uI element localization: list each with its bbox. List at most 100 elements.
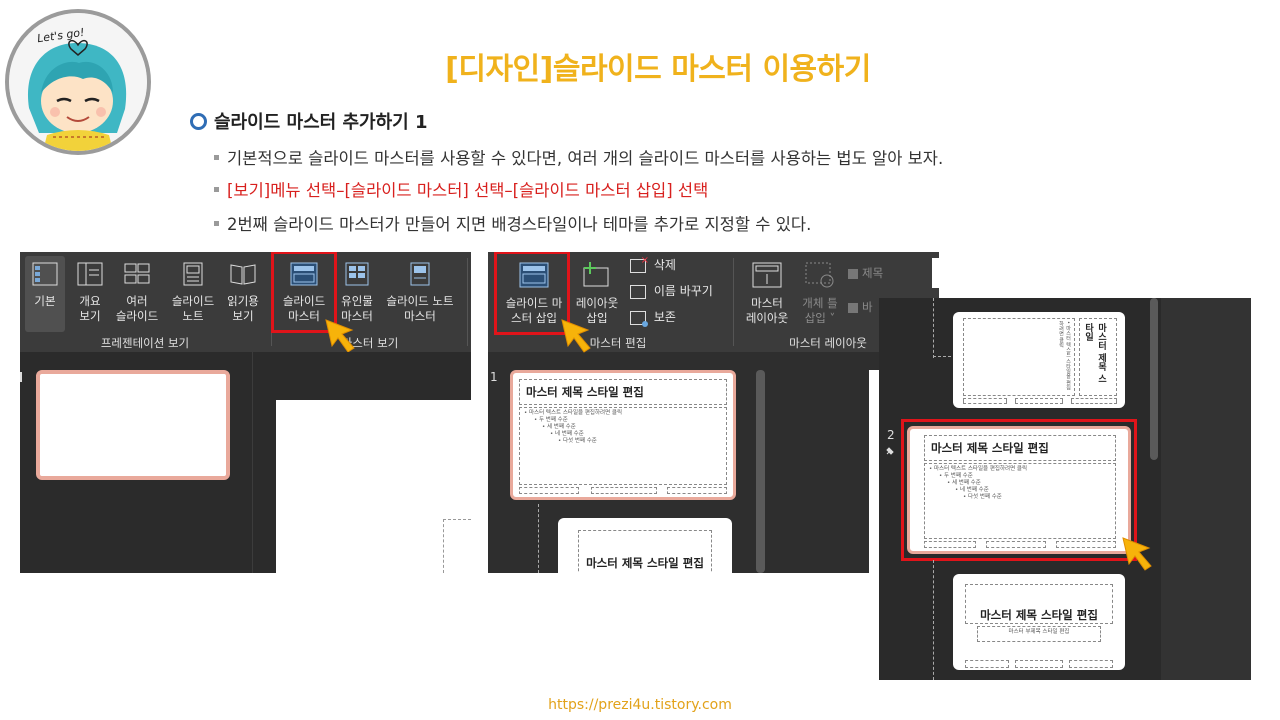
title-placeholder: 마스터 제목 스타일 편집	[519, 379, 727, 405]
reading-view-icon	[230, 264, 256, 285]
button-label: 노트	[182, 309, 204, 323]
master-thumbnail[interactable]: 마스터 제목 스타일 편집 • 마스터 텍스트 스타일을 편집하려면 클릭 • …	[907, 426, 1131, 554]
body-text: • 마스터 텍스트 스타일을 편집하려면 클릭	[1058, 321, 1071, 391]
bullet-item: 2번째 슬라이드 마스터가 만들어 지면 배경스타일이나 테마를 추가로 지정할…	[214, 211, 811, 235]
rename-icon	[630, 284, 646, 299]
section-heading: 슬라이드 마스터 추가하기 1	[190, 108, 427, 134]
date-placeholder	[965, 660, 1009, 668]
vertical-body-placeholder: • 마스터 텍스트 스타일을 편집하려면 클릭	[963, 318, 1075, 396]
notes-page-button[interactable]: 슬라이드 노트	[166, 262, 220, 324]
placeholder-title: 마스터 제목 스타일 편집	[586, 556, 704, 570]
button-label: 유인물	[341, 294, 373, 308]
placeholder-title: 마스터 제목 스타일	[1083, 323, 1106, 384]
layout-thumbnail[interactable]: 마스터 제목 스타일 편집	[558, 518, 732, 573]
slide-canvas[interactable]	[276, 400, 471, 573]
date-placeholder	[924, 541, 976, 548]
thumbnail-pane-screenshot: 마스터 제목 스타일 • 마스터 텍스트 스타일을 편집하려면 클릭 2 마스터…	[879, 298, 1251, 680]
notes-master-icon	[410, 262, 430, 286]
title-placeholder: 마스터 제목 스타일 편집	[965, 584, 1113, 624]
button-label: 이름 바꾸기	[653, 284, 713, 298]
outline-view-button[interactable]: 개요 보기	[72, 262, 108, 324]
date-placeholder	[519, 487, 579, 494]
scrollbar[interactable]	[756, 370, 765, 573]
body-text: • 세 번째 수준	[542, 424, 576, 430]
checkbox-icon	[848, 268, 858, 279]
button-label: 보기	[232, 309, 254, 323]
layout-connector	[933, 560, 935, 680]
scrollbar[interactable]	[1150, 298, 1158, 460]
footer-placeholder	[1015, 660, 1063, 668]
button-label: 여러	[126, 294, 148, 308]
group-divider	[733, 258, 734, 346]
button-label: 삭제	[653, 258, 676, 272]
insert-placeholder-button[interactable]: 개체 틀 삽입 ˅	[796, 262, 844, 326]
body-text: • 마스터 텍스트 스타일을 편집하려면 클릭	[524, 410, 623, 416]
pin-icon	[630, 310, 648, 327]
button-label: 마스터	[404, 309, 436, 323]
placeholder-outline	[443, 519, 471, 573]
layout-connector	[538, 504, 540, 573]
number-placeholder	[1056, 541, 1116, 548]
delete-button[interactable]: × 삭제	[630, 255, 730, 273]
pointer-cursor-icon	[561, 319, 591, 353]
body-placeholder: • 마스터 텍스트 스타일을 편집하려면 클릭 • 두 번째 수준 • 세 번째…	[924, 463, 1116, 539]
pointer-cursor-icon	[1122, 537, 1152, 571]
checkbox-icon	[848, 302, 858, 313]
button-label: 읽기용	[227, 294, 259, 308]
layout-thumbnail[interactable]: 마스터 제목 스타일 • 마스터 텍스트 스타일을 편집하려면 클릭	[953, 312, 1125, 408]
button-label: 삽입 ˅	[804, 311, 836, 325]
handout-master-button[interactable]: 유인물 마스터	[333, 262, 381, 324]
layout-thumbnail[interactable]: 마스터 제목 스타일 편집 마스터 부제목 스타일 편집	[953, 574, 1125, 670]
delete-icon: ×	[630, 255, 649, 273]
normal-view-button[interactable]: 기본	[25, 262, 65, 309]
view-ribbon-screenshot: 기본 개요 보기 여러 슬라이드 슬라이드 노트 읽기용 보기 슬라이드 마스터…	[20, 252, 471, 573]
footer-placeholder	[591, 487, 657, 494]
circle-bullet-icon	[190, 112, 207, 130]
button-label: 기본	[34, 294, 56, 308]
outline-view-icon	[77, 262, 103, 286]
title-placeholder: 마스터 제목 스타일 편집	[924, 435, 1116, 461]
button-label: 슬라이드	[171, 294, 215, 308]
pointer-cursor-icon	[325, 319, 355, 353]
section-heading-text: 슬라이드 마스터 추가하기 1	[214, 112, 428, 133]
ribbon-edge	[932, 258, 939, 288]
placeholder-title: 마스터 제목 스타일 편집	[931, 441, 1049, 455]
slide-thumbnail[interactable]	[36, 370, 230, 480]
notes-page-icon	[183, 262, 203, 286]
checkbox-label: 제목	[862, 266, 884, 280]
layout-connector	[933, 356, 951, 358]
master-thumbnail[interactable]: 마스터 제목 스타일 편집 • 마스터 텍스트 스타일을 편집하려면 클릭 • …	[510, 370, 736, 500]
subtitle-placeholder: 마스터 부제목 스타일 편집	[977, 626, 1101, 642]
bullet-item: 기본적으로 슬라이드 마스터를 사용할 수 있다면, 여러 개의 슬라이드 마스…	[214, 145, 943, 169]
normal-view-icon	[32, 262, 58, 286]
button-label: 개체 틀	[802, 296, 838, 310]
body-text: • 세 번째 수준	[947, 480, 981, 486]
reading-view-button[interactable]: 읽기용 보기	[220, 262, 266, 324]
slide-sorter-icon	[124, 263, 150, 284]
bullet-text: 기본적으로 슬라이드 마스터를 사용할 수 있다면, 여러 개의 슬라이드 마스…	[227, 149, 944, 168]
insert-layout-icon	[583, 262, 609, 287]
footer-url[interactable]: https://prezi4u.tistory.com	[0, 697, 1280, 713]
layout-connector	[933, 298, 935, 358]
master-layout-button[interactable]: 마스터 레이아웃	[738, 262, 796, 326]
body-text: • 마스터 텍스트 스타일을 편집하려면 클릭	[929, 466, 1028, 472]
rename-button[interactable]: 이름 바꾸기	[630, 284, 740, 299]
body-text: • 다섯 번째 수준	[963, 494, 1002, 500]
number-placeholder	[667, 487, 727, 494]
title-checkbox[interactable]: 제목	[848, 266, 908, 281]
vertical-title-placeholder: 마스터 제목 스타일	[1079, 318, 1117, 396]
square-bullet-icon	[214, 154, 219, 160]
group-label: 마스터 레이아웃	[789, 336, 867, 350]
body-text: • 두 번째 수준	[939, 473, 973, 479]
group-label: 프레젠테이션 보기	[100, 336, 190, 350]
body-placeholder: • 마스터 텍스트 스타일을 편집하려면 클릭 • 두 번째 수준 • 세 번째…	[519, 407, 727, 485]
preserve-button[interactable]: 보존	[630, 310, 730, 327]
notes-master-button[interactable]: 슬라이드 노트 마스터	[380, 262, 460, 324]
group-divider	[467, 258, 468, 346]
editing-pane	[1161, 298, 1251, 680]
number-placeholder	[1069, 660, 1113, 668]
bullet-item: [보기]메뉴 선택–[슬라이드 마스터] 선택–[슬라이드 마스터 삽입] 선택	[214, 177, 708, 201]
footer-placeholder	[1015, 398, 1063, 404]
pane-divider	[252, 352, 253, 573]
slide-sorter-button[interactable]: 여러 슬라이드	[110, 262, 164, 324]
